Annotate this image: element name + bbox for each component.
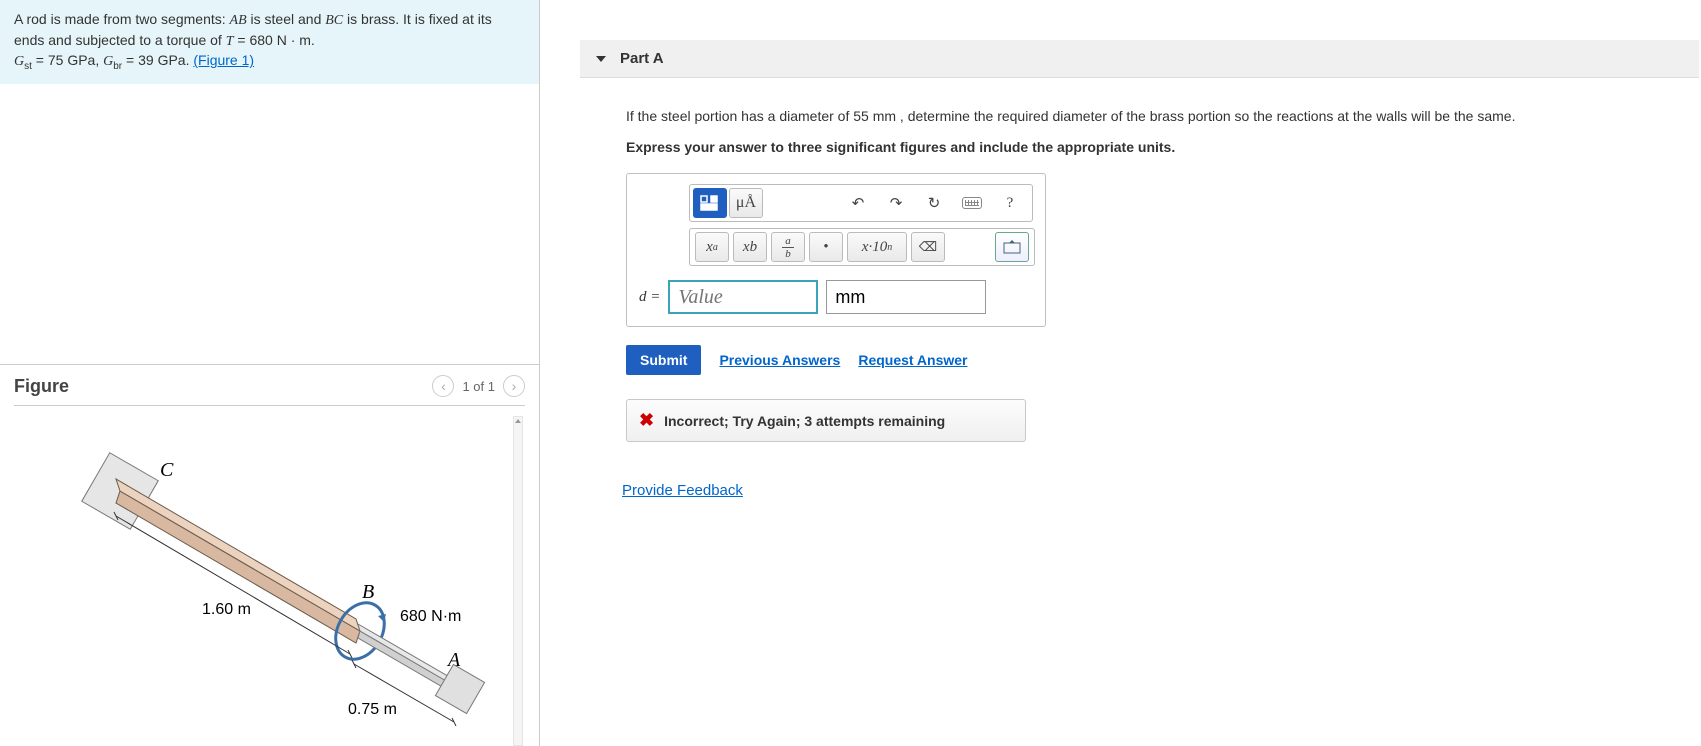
segment-bc: BC: [325, 13, 343, 28]
subscript-button[interactable]: xb: [733, 232, 767, 262]
keyboard-button[interactable]: [955, 188, 989, 218]
dim-bc: 1.60 m: [202, 601, 251, 618]
feedback-text: Incorrect; Try Again; 3 attempts remaini…: [664, 413, 945, 429]
gbr-value: = 39 GPa.: [122, 52, 193, 68]
label-c: C: [160, 459, 174, 481]
problem-text: is steel and: [247, 11, 326, 27]
figure-counter: 1 of 1: [462, 379, 495, 394]
gst-symbol: G: [14, 54, 24, 69]
figure-nav: ‹ 1 of 1 ›: [432, 375, 525, 397]
superscript-button[interactable]: xa: [695, 232, 729, 262]
gst-value: = 75 GPa,: [32, 52, 103, 68]
request-answer-link[interactable]: Request Answer: [858, 352, 967, 368]
figure-title: Figure: [14, 376, 69, 397]
templates-button[interactable]: [693, 188, 727, 218]
part-a-body: If the steel portion has a diameter of 5…: [580, 78, 1701, 499]
label-a: A: [446, 649, 461, 671]
rod-diagram: C B A 1.60 m 0.75 m 680 N·m: [50, 416, 490, 726]
previous-answers-link[interactable]: Previous Answers: [719, 352, 840, 368]
gbr-symbol: G: [103, 54, 113, 69]
keyboard-shortcuts-button[interactable]: [995, 232, 1029, 262]
backspace-button[interactable]: ⌫: [911, 232, 945, 262]
feedback-message: ✖ Incorrect; Try Again; 3 attempts remai…: [626, 399, 1026, 442]
toolbar-row-1: μÅ ↶ ↷ ↻ ?: [689, 184, 1033, 222]
scientific-button[interactable]: x·10n: [847, 232, 907, 262]
fraction-button[interactable]: ab: [771, 232, 805, 262]
incorrect-icon: ✖: [639, 410, 654, 431]
torque-label: 680 N·m: [400, 608, 461, 625]
undo-button[interactable]: ↶: [841, 188, 875, 218]
problem-statement: A rod is made from two segments: AB is s…: [0, 0, 539, 84]
figure-next-button[interactable]: ›: [503, 375, 525, 397]
figure-scrollbar[interactable]: [513, 416, 523, 746]
gbr-sub: br: [113, 61, 122, 72]
right-panel: Part A If the steel portion has a diamet…: [540, 0, 1701, 746]
question-text: If the steel portion has a diameter of 5…: [626, 106, 1701, 127]
t-value: = 680 N · m.: [234, 32, 315, 48]
unit-input[interactable]: [826, 280, 986, 314]
figure-image: C B A 1.60 m 0.75 m 680 N·m: [14, 416, 525, 746]
part-a-header[interactable]: Part A: [580, 40, 1699, 78]
gst-sub: st: [24, 61, 32, 72]
segment-ab: AB: [230, 13, 247, 28]
figure-prev-button[interactable]: ‹: [432, 375, 454, 397]
submit-row: Submit Previous Answers Request Answer: [626, 345, 1701, 375]
special-chars-button[interactable]: μÅ: [729, 188, 763, 218]
label-b: B: [362, 581, 374, 603]
answer-line: d =: [639, 280, 1033, 314]
instruction-text: Express your answer to three significant…: [626, 139, 1701, 155]
part-a-title: Part A: [620, 50, 664, 67]
figure-link[interactable]: (Figure 1): [193, 52, 254, 68]
d-label: d =: [639, 289, 660, 306]
provide-feedback-link[interactable]: Provide Feedback: [622, 482, 743, 499]
collapse-icon: [596, 56, 606, 62]
dot-button[interactable]: •: [809, 232, 843, 262]
help-button[interactable]: ?: [993, 188, 1027, 218]
redo-button[interactable]: ↷: [879, 188, 913, 218]
toolbar-row-2: xa xb ab • x·10n ⌫: [689, 228, 1035, 266]
value-input[interactable]: [668, 280, 818, 314]
problem-text: A rod is made from two segments:: [14, 11, 230, 27]
figure-section: Figure ‹ 1 of 1 ›: [0, 364, 539, 746]
figure-header: Figure ‹ 1 of 1 ›: [14, 375, 525, 406]
left-panel: A rod is made from two segments: AB is s…: [0, 0, 540, 746]
submit-button[interactable]: Submit: [626, 345, 701, 375]
answer-box: μÅ ↶ ↷ ↻ ? xa xb ab • x·10n ⌫: [626, 173, 1046, 327]
reset-button[interactable]: ↻: [917, 188, 951, 218]
dim-ab: 0.75 m: [348, 701, 397, 718]
t-symbol: T: [226, 34, 234, 49]
